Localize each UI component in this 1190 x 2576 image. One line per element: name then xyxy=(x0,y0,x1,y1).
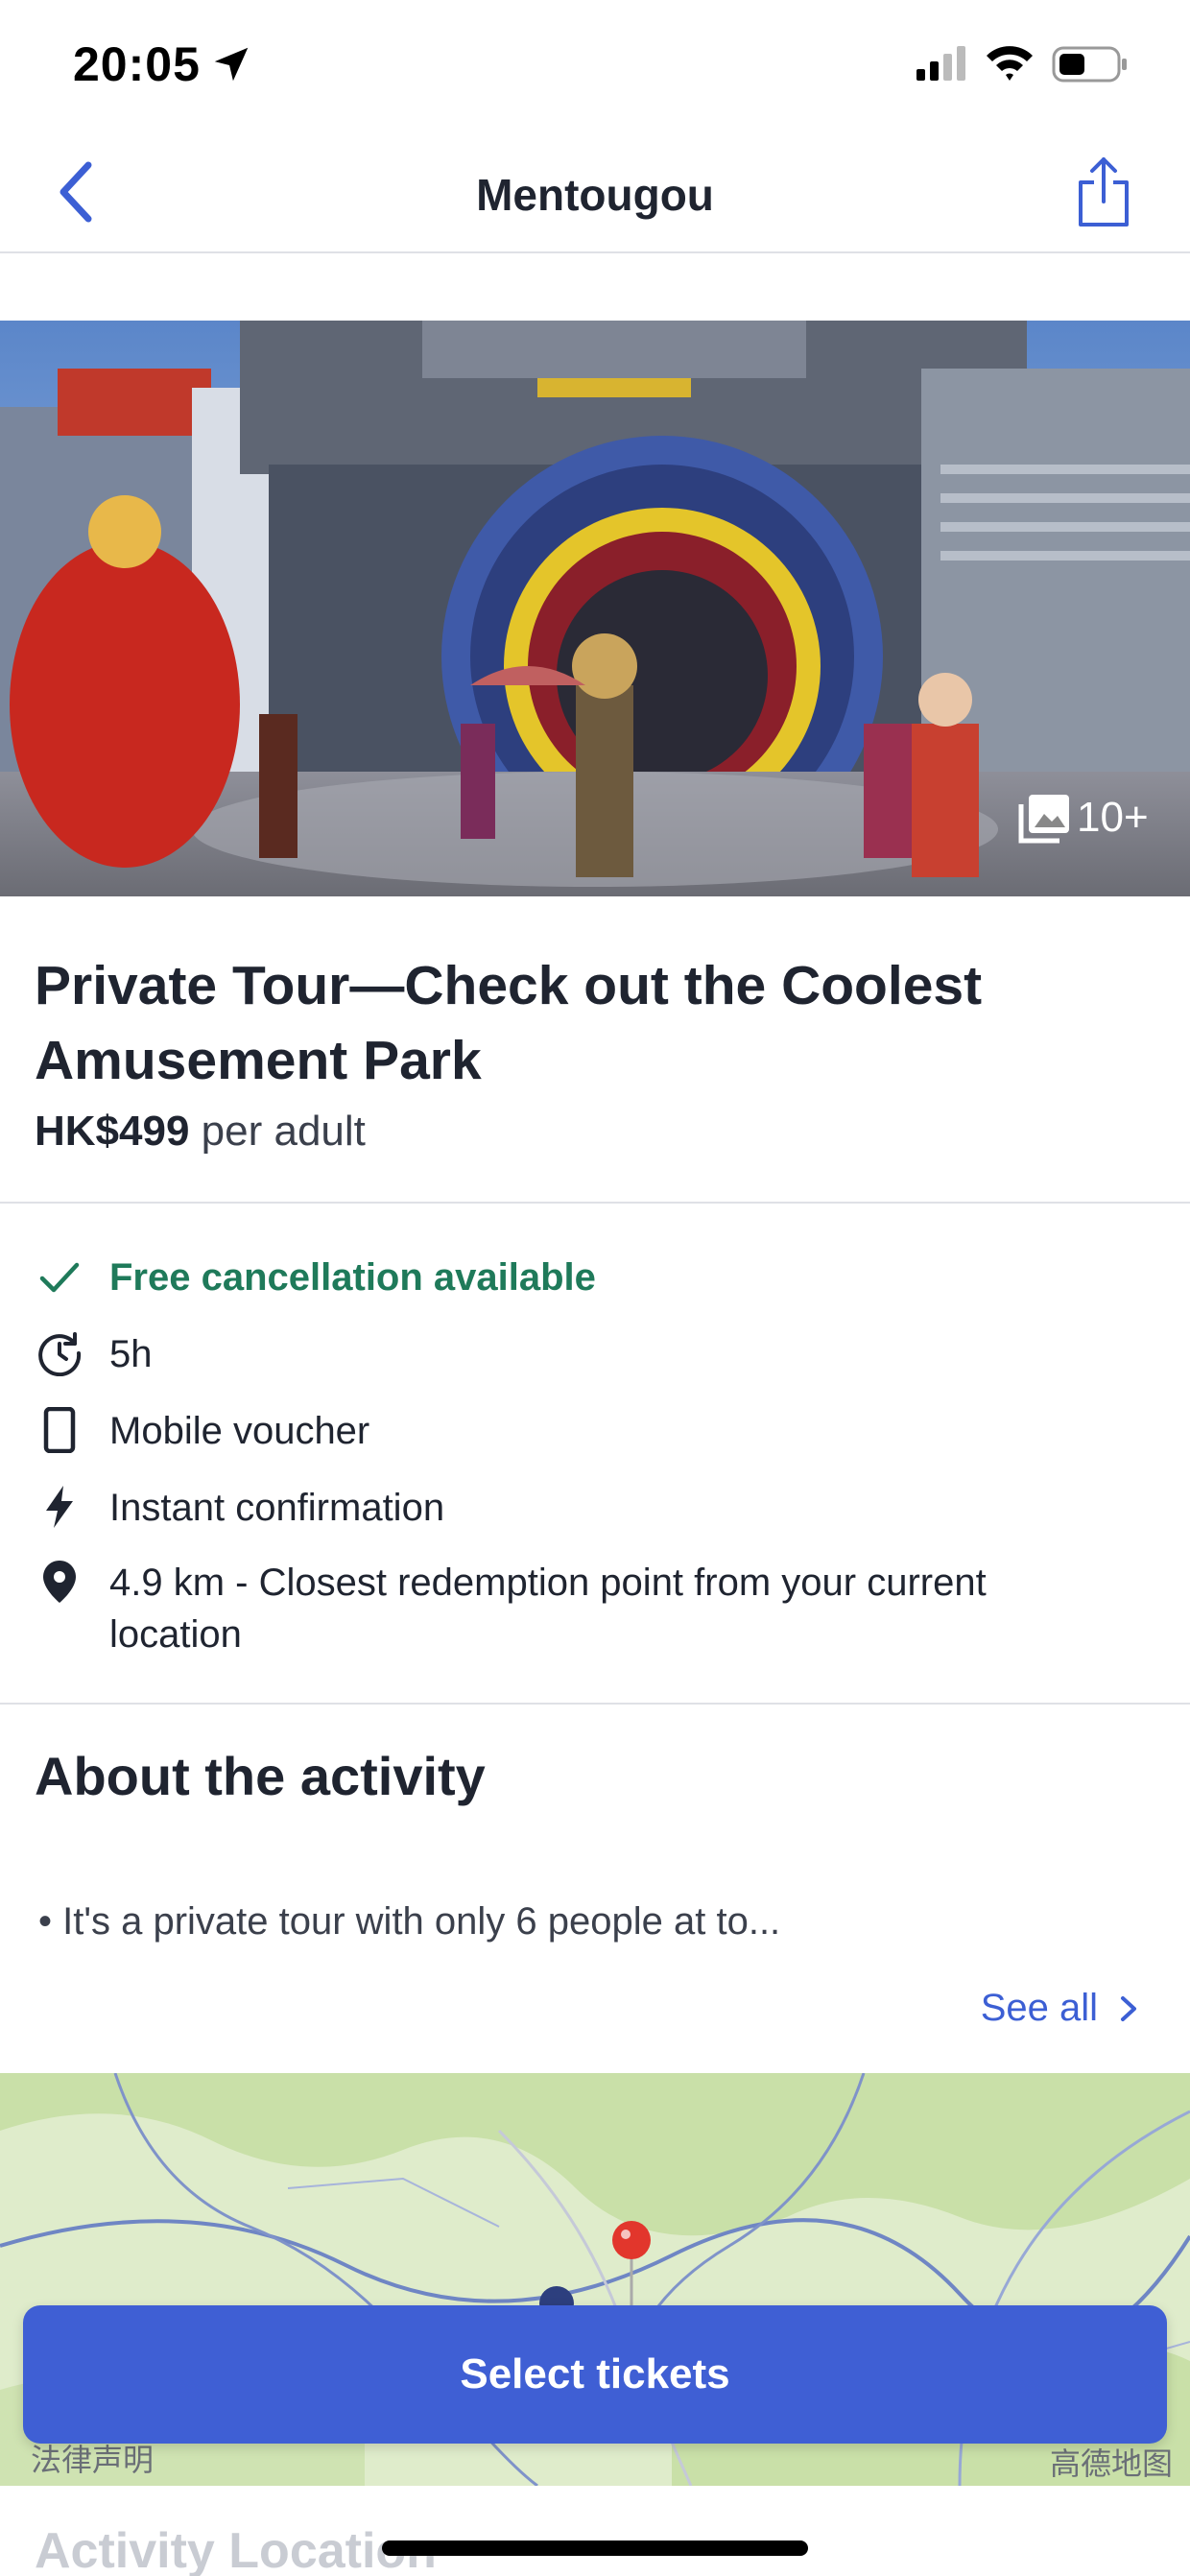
select-tickets-button[interactable]: Select tickets xyxy=(23,2305,1167,2444)
hero-image[interactable]: 10+ xyxy=(0,321,1190,896)
home-indicator xyxy=(382,2540,808,2556)
status-time: 20:05 xyxy=(73,37,201,91)
photo-count-badge[interactable]: 10+ xyxy=(1017,789,1149,847)
map-brand-label: 高德地图 xyxy=(1050,2446,1174,2481)
battery-icon xyxy=(1052,46,1127,83)
feature-text: Mobile voucher xyxy=(109,1410,370,1452)
check-icon xyxy=(39,1262,80,1293)
clock-icon xyxy=(38,1332,82,1376)
share-button[interactable] xyxy=(1073,154,1134,230)
chevron-right-icon xyxy=(1121,1995,1136,2021)
status-bar: 20:05 xyxy=(0,0,1190,134)
about-section: About the activity • It's a private tour… xyxy=(0,1706,1190,2073)
activity-location-heading: Activity Location xyxy=(35,2523,437,2576)
product-title: Private Tour—Check out the Coolest Amuse… xyxy=(35,955,983,1091)
feature-text: Instant confirmation xyxy=(109,1487,445,1529)
price-line: HK$499 per adult xyxy=(35,1108,366,1156)
product-header: Private Tour—Check out the Coolest Amuse… xyxy=(0,896,1190,1204)
amusement-park-photo xyxy=(0,321,1190,896)
cellular-signal-icon xyxy=(916,46,965,81)
about-snippet: • It's a private tour with only 6 people… xyxy=(38,1900,781,1943)
phone-icon xyxy=(43,1407,76,1453)
price-unit: per adult xyxy=(201,1108,366,1155)
photo-count-label: 10+ xyxy=(1077,794,1149,841)
feature-text: 4.9 km - Closest redemption point from y… xyxy=(109,1562,987,1656)
feature-text: 5h xyxy=(109,1333,153,1375)
page-title: Mentougou xyxy=(476,170,714,220)
lightning-icon xyxy=(46,1486,73,1528)
feature-text: Free cancellation available xyxy=(109,1256,596,1299)
gallery-icon xyxy=(1018,795,1069,844)
location-arrow-icon xyxy=(214,47,249,82)
navigation-bar: Mentougou xyxy=(0,134,1190,253)
wifi-icon xyxy=(987,46,1033,81)
features-list: Free cancellation available 5h Mobile vo… xyxy=(0,1205,1190,1705)
location-pin-icon xyxy=(43,1561,76,1603)
price-amount: HK$499 xyxy=(35,1108,190,1155)
see-all-link[interactable]: See all xyxy=(981,1987,1140,2030)
see-all-label: See all xyxy=(980,1987,1098,2029)
section-heading: About the activity xyxy=(35,1746,486,1806)
